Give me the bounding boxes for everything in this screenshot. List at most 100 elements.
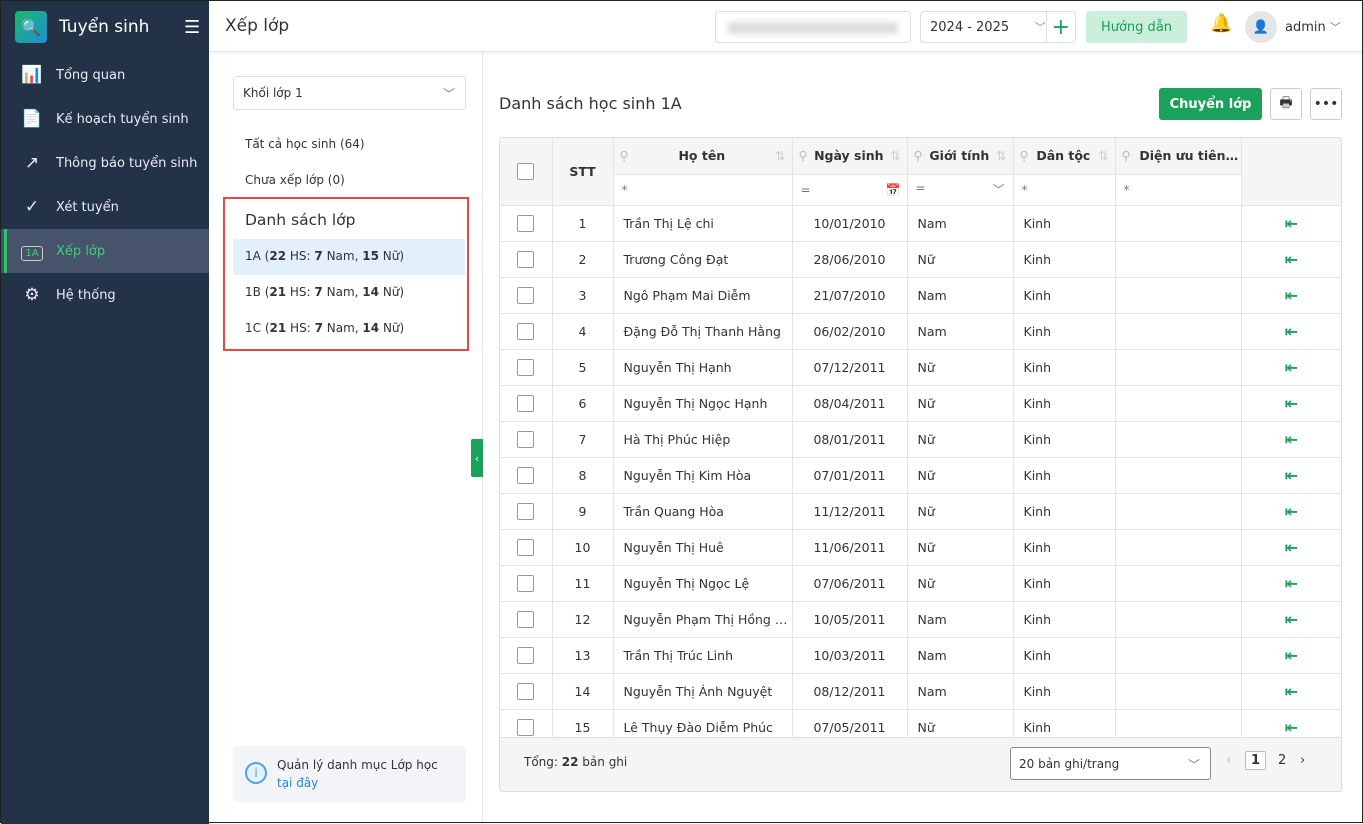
sidebar-item-5[interactable]: ⚙ Hệ thống xyxy=(1,273,209,317)
guide-button[interactable]: Hướng dẫn xyxy=(1086,11,1187,43)
sidebar-item-4[interactable]: 1A Xếp lớp xyxy=(1,229,209,273)
row-checkbox[interactable] xyxy=(500,241,553,278)
row-checkbox[interactable] xyxy=(500,493,553,530)
column-header-name[interactable]: ⚲ Họ tên ⇅ xyxy=(613,138,793,175)
class-item-1A[interactable]: 1A (22 HS: 7 Nam, 15 Nữ) xyxy=(233,239,465,275)
row-checkbox[interactable] xyxy=(500,385,553,422)
menu-icon[interactable]: ☰ xyxy=(184,17,200,38)
table-row[interactable]: 4 Đặng Đỗ Thị Thanh Hằng 06/02/2010 Nam … xyxy=(500,313,1341,350)
sort-icon[interactable]: ⇅ xyxy=(890,148,900,163)
table-row[interactable]: 8 Nguyễn Thị Kim Hòa 07/01/2011 Nữ Kinh … xyxy=(500,457,1341,494)
move-row-button[interactable]: ⇤ xyxy=(1241,457,1341,494)
row-checkbox[interactable] xyxy=(500,349,553,386)
filter-priority[interactable]: * xyxy=(1115,174,1242,206)
page-2[interactable]: 2 xyxy=(1278,753,1286,768)
page-size-select[interactable]: 20 bản ghi/trang ﹀ xyxy=(1010,747,1211,780)
cell-dob: 11/12/2011 xyxy=(792,493,908,530)
filter-name[interactable]: * xyxy=(613,174,793,206)
class-item-1B[interactable]: 1B (21 HS: 7 Nam, 14 Nữ) xyxy=(233,275,465,311)
sidebar-item-3[interactable]: ✓ Xét tuyển xyxy=(1,185,209,229)
move-row-button[interactable]: ⇤ xyxy=(1241,205,1341,242)
user-menu[interactable]: admin ﹀ xyxy=(1285,19,1341,35)
column-header-dob[interactable]: ⚲ Ngày sinh ⇅ xyxy=(792,138,908,175)
row-checkbox[interactable] xyxy=(500,457,553,494)
sidebar-item-0[interactable]: 📊 Tổng quan xyxy=(1,53,209,97)
table-row[interactable]: 13 Trần Thị Trúc Linh 10/03/2011 Nam Kin… xyxy=(500,637,1341,674)
move-row-button[interactable]: ⇤ xyxy=(1241,529,1341,566)
more-icon: ••• xyxy=(1313,96,1339,112)
prev-page-button[interactable]: ‹ xyxy=(1226,753,1231,768)
row-checkbox[interactable] xyxy=(500,637,553,674)
table-row[interactable]: 7 Hà Thị Phúc Hiệp 08/01/2011 Nữ Kinh ⇤ xyxy=(500,421,1341,458)
pin-icon[interactable]: ⚲ xyxy=(1020,148,1029,163)
move-row-button[interactable]: ⇤ xyxy=(1241,421,1341,458)
sort-icon[interactable]: ⇅ xyxy=(1098,148,1108,163)
collapse-panel-button[interactable]: ‹ xyxy=(471,439,483,477)
table-row[interactable]: 1 Trần Thị Lệ chi 10/01/2010 Nam Kinh ⇤ xyxy=(500,205,1341,242)
move-out-icon: ⇤ xyxy=(1284,357,1299,377)
column-header-ethnicity[interactable]: ⚲ Dân tộc ⇅ xyxy=(1013,138,1116,175)
all-students-link[interactable]: Tất cả học sinh (64) xyxy=(245,137,365,151)
table-row[interactable]: 11 Nguyễn Thị Ngọc Lệ 07/06/2011 Nữ Kinh… xyxy=(500,565,1341,602)
add-year-button[interactable]: + xyxy=(1045,12,1075,42)
table-row[interactable]: 5 Nguyễn Thị Hạnh 07/12/2011 Nữ Kinh ⇤ xyxy=(500,349,1341,386)
move-row-button[interactable]: ⇤ xyxy=(1241,493,1341,530)
pin-icon[interactable]: ⚲ xyxy=(799,148,808,163)
sidebar-item-2[interactable]: ↗ Thông báo tuyển sinh xyxy=(1,141,209,185)
cell-priority xyxy=(1115,565,1242,602)
column-header-priority[interactable]: ⚲ Diện ưu tiên, Khu vực xyxy=(1115,138,1242,175)
move-class-button[interactable]: Chuyển lớp xyxy=(1159,88,1262,120)
app-title: Tuyển sinh xyxy=(59,17,150,37)
row-checkbox[interactable] xyxy=(500,601,553,638)
move-row-button[interactable]: ⇤ xyxy=(1241,601,1341,638)
move-row-button[interactable]: ⇤ xyxy=(1241,673,1341,710)
row-checkbox[interactable] xyxy=(500,565,553,602)
bell-icon[interactable]: 🔔 xyxy=(1210,13,1232,34)
year-select[interactable]: 2024 - 2025 ﹀ + xyxy=(920,11,1076,43)
sidebar-item-1[interactable]: 📄 Kế hoạch tuyển sinh xyxy=(1,97,209,141)
row-checkbox[interactable] xyxy=(500,313,553,350)
row-checkbox[interactable] xyxy=(500,205,553,242)
pin-icon[interactable]: ⚲ xyxy=(914,148,923,163)
table-row[interactable]: 6 Nguyễn Thị Ngọc Hạnh 08/04/2011 Nữ Kin… xyxy=(500,385,1341,422)
table-row[interactable]: 9 Trần Quang Hòa 11/12/2011 Nữ Kinh ⇤ xyxy=(500,493,1341,530)
school-select[interactable] xyxy=(715,11,911,43)
move-row-button[interactable]: ⇤ xyxy=(1241,349,1341,386)
row-checkbox[interactable] xyxy=(500,673,553,710)
sort-icon[interactable]: ⇅ xyxy=(775,148,785,163)
row-checkbox[interactable] xyxy=(500,277,553,314)
move-row-button[interactable]: ⇤ xyxy=(1241,313,1341,350)
move-row-button[interactable]: ⇤ xyxy=(1241,277,1341,314)
calendar-icon[interactable]: 📅 xyxy=(886,183,901,197)
app-logo: 🔍 Tuyển sinh xyxy=(1,1,209,53)
move-row-button[interactable]: ⇤ xyxy=(1241,565,1341,602)
filter-dob[interactable]: = 📅 xyxy=(792,174,908,206)
row-checkbox[interactable] xyxy=(500,529,553,566)
avatar[interactable]: 👤 xyxy=(1245,11,1277,43)
row-checkbox[interactable] xyxy=(500,421,553,458)
table-row[interactable]: 14 Nguyễn Thị Ánh Nguyệt 08/12/2011 Nam … xyxy=(500,673,1341,710)
more-button[interactable]: ••• xyxy=(1310,88,1342,120)
move-row-button[interactable]: ⇤ xyxy=(1241,385,1341,422)
table-row[interactable]: 10 Nguyễn Thị Huê 11/06/2011 Nữ Kinh ⇤ xyxy=(500,529,1341,566)
select-all-checkbox[interactable] xyxy=(500,138,553,206)
move-row-button[interactable]: ⇤ xyxy=(1241,637,1341,674)
print-button[interactable]: 🖶 xyxy=(1270,88,1302,120)
page-1[interactable]: 1 xyxy=(1245,751,1267,770)
filter-gender[interactable]: = ﹀ xyxy=(907,174,1014,206)
pin-icon[interactable]: ⚲ xyxy=(620,148,629,163)
table-row[interactable]: 2 Trương Công Đạt 28/06/2010 Nữ Kinh ⇤ xyxy=(500,241,1341,278)
move-row-button[interactable]: ⇤ xyxy=(1241,241,1341,278)
class-item-1C[interactable]: 1C (21 HS: 7 Nam, 14 Nữ) xyxy=(233,311,465,347)
sort-icon[interactable]: ⇅ xyxy=(996,148,1006,163)
column-header-gender[interactable]: ⚲ Giới tính ⇅ xyxy=(907,138,1014,175)
table-row[interactable]: 12 Nguyễn Phạm Thị Hồng Nhung 10/05/2011… xyxy=(500,601,1341,638)
manage-classes-link[interactable]: tại đây xyxy=(277,776,318,790)
filter-ethnicity[interactable]: * xyxy=(1013,174,1116,206)
pin-icon[interactable]: ⚲ xyxy=(1122,148,1131,163)
move-out-icon: ⇤ xyxy=(1284,537,1299,557)
table-row[interactable]: 3 Ngô Phạm Mai Diễm 21/07/2010 Nam Kinh … xyxy=(500,277,1341,314)
unassigned-link[interactable]: Chưa xếp lớp (0) xyxy=(245,173,345,187)
grade-select[interactable]: Khối lớp 1 ﹀ xyxy=(233,76,466,110)
next-page-button[interactable]: › xyxy=(1300,753,1305,768)
